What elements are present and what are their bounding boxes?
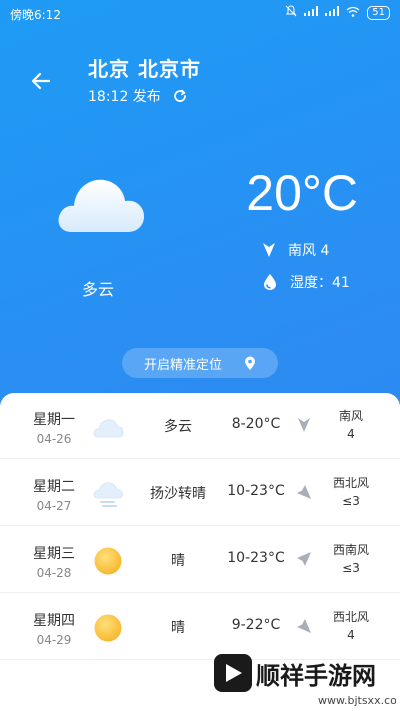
water-drop-icon — [264, 274, 276, 290]
wind-direction-icon — [298, 418, 310, 432]
back-button[interactable] — [26, 66, 56, 96]
day-date: 04-29 — [36, 633, 72, 647]
watermark-text: 顺祥手游网 — [256, 662, 376, 690]
wind-direction: 南风 — [338, 409, 363, 423]
battery-icon: 51 — [367, 5, 390, 20]
forecast-day: 星期四 04-29 — [30, 610, 78, 647]
forecast-temperature: 8-20°C — [231, 416, 281, 432]
forecast-row[interactable]: 星期一 04-26 多云 8-20°C 南风 4 — [0, 393, 400, 459]
cloud-icon — [54, 170, 149, 240]
day-name: 星期二 — [33, 479, 75, 495]
sun-icon — [92, 545, 124, 577]
day-date: 04-27 — [36, 499, 72, 513]
wind-level: 4 — [347, 427, 355, 441]
refresh-icon — [173, 89, 186, 102]
back-arrow-icon — [31, 72, 51, 90]
forecast-condition: 多云 — [164, 419, 192, 435]
day-date: 04-28 — [36, 566, 72, 580]
forecast-row[interactable]: 星期三 04-28 晴 10-23°C 西南风 ≤3 — [0, 527, 400, 593]
forecast-wind: 西北风 ≤3 — [324, 474, 378, 510]
forecast-wind: 南风 4 — [324, 407, 378, 443]
forecast-wind: 西北风 4 — [324, 608, 378, 644]
status-time: 傍晚6:12 — [10, 8, 61, 22]
wind-direction-icon — [297, 552, 311, 566]
day-name: 星期四 — [33, 613, 75, 629]
wind-text: 南风 4 — [288, 243, 330, 259]
header: 北京 北京市 18:12 发布 — [0, 48, 400, 118]
wind-direction-icon — [297, 619, 311, 633]
signal-icon — [304, 6, 319, 19]
humidity-text: 湿度：41 — [290, 275, 350, 291]
wind-row: 南风 4 — [262, 240, 329, 260]
wind-direction-icon — [297, 485, 311, 499]
wind-direction: 西北风 — [332, 476, 369, 490]
mute-icon — [285, 5, 297, 20]
forecast-temperature: 10-23°C — [227, 550, 285, 566]
day-name: 星期一 — [33, 412, 75, 428]
refresh-button[interactable] — [171, 87, 189, 105]
location-pin-icon — [245, 356, 255, 370]
day-date: 04-26 — [36, 432, 72, 446]
cloud-icon — [92, 411, 124, 443]
humidity-row: 湿度：41 — [262, 272, 350, 292]
forecast-wind: 西南风 ≤3 — [324, 541, 378, 577]
forecast-condition: 扬沙转晴 — [150, 486, 206, 502]
wifi-icon — [346, 6, 360, 20]
status-bar: 傍晚6:12 51 — [0, 0, 400, 26]
current-temperature: 20°C — [246, 165, 358, 221]
location-title: 北京 北京市 — [88, 57, 201, 81]
wind-direction: 西北风 — [332, 610, 369, 624]
forecast-day: 星期二 04-27 — [30, 476, 78, 513]
forecast-row[interactable]: 星期二 04-27 扬沙转晴 10-23°C 西北风 ≤3 — [0, 460, 400, 526]
wind-direction: 西南风 — [332, 543, 369, 557]
forecast-condition: 晴 — [171, 620, 185, 636]
precise-location-label: 开启精准定位 — [143, 357, 222, 373]
wind-level: ≤3 — [342, 494, 360, 508]
forecast-condition: 晴 — [171, 553, 185, 569]
status-icons: 51 — [285, 5, 390, 20]
current-condition: 多云 — [82, 280, 115, 299]
precise-location-button[interactable]: 开启精准定位 — [122, 348, 278, 378]
publish-row: 18:12 发布 — [88, 86, 189, 106]
wind-level: 4 — [347, 628, 355, 642]
day-name: 星期三 — [33, 546, 75, 562]
publish-time: 18:12 发布 — [88, 89, 161, 105]
signal-icon-2 — [325, 6, 340, 19]
watermark-url: www.bjtsxx.com — [318, 694, 396, 707]
sun-icon — [92, 612, 124, 644]
site-watermark: 顺祥手游网 www.bjtsxx.com — [148, 650, 400, 710]
wind-level: ≤3 — [342, 561, 360, 575]
forecast-day: 星期三 04-28 — [30, 543, 78, 580]
wind-direction-icon — [263, 243, 275, 257]
forecast-temperature: 9-22°C — [231, 617, 281, 633]
sandstorm-icon — [92, 478, 124, 510]
forecast-day: 星期一 04-26 — [30, 409, 78, 446]
forecast-temperature: 10-23°C — [227, 483, 285, 499]
